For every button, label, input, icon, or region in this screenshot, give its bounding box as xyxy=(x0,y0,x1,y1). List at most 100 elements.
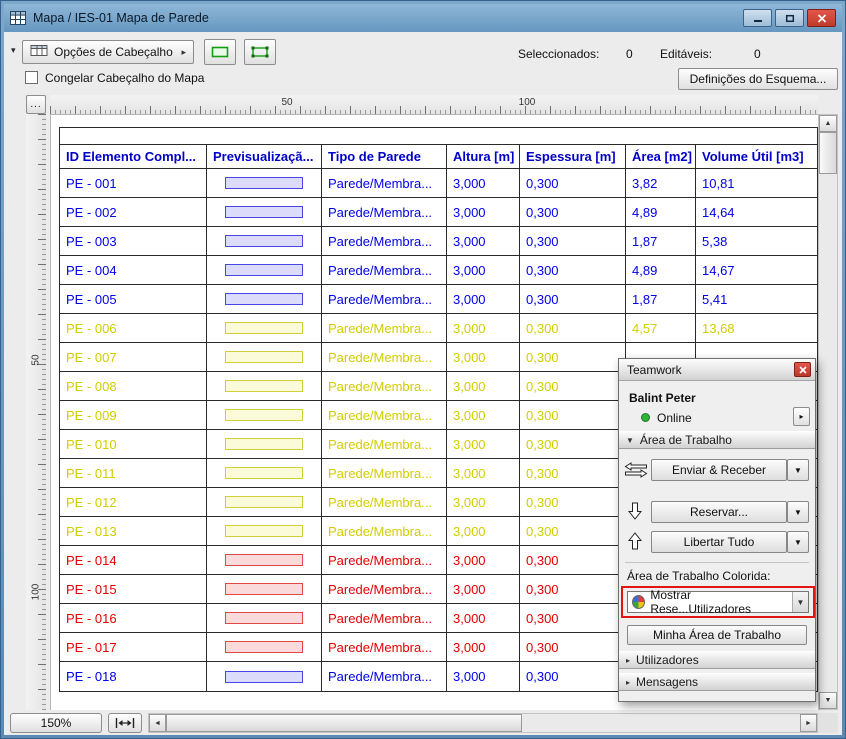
wall-preview-swatch xyxy=(225,351,303,363)
h-ruler-mark-50: 50 xyxy=(281,97,292,108)
cell-element-id: PE - 005 xyxy=(60,285,207,313)
cell-tipo: Parede/Membra... xyxy=(322,227,447,255)
cell-espessura: 0,300 xyxy=(520,372,626,400)
zoom-level-button[interactable]: 150% xyxy=(10,713,102,733)
cell-tipo: Parede/Membra... xyxy=(322,314,447,342)
cell-element-id: PE - 017 xyxy=(60,633,207,661)
release-all-dropdown-button[interactable]: ▼ xyxy=(787,531,809,553)
table-row[interactable]: PE - 006 Parede/Membra... 3,000 0,300 4,… xyxy=(60,314,817,343)
reserve-button[interactable]: Reservar... xyxy=(651,501,787,523)
vertical-scrollbar-thumb[interactable] xyxy=(819,132,837,174)
online-status-label: Online xyxy=(657,411,692,425)
users-section-header[interactable]: ▸ Utilizadores xyxy=(619,651,815,669)
cell-tipo: Parede/Membra... xyxy=(322,517,447,545)
online-status-icon xyxy=(641,413,650,422)
wall-preview-swatch xyxy=(225,525,303,537)
reserve-dropdown-button[interactable]: ▼ xyxy=(787,501,809,523)
table-row[interactable]: PE - 002 Parede/Membra... 3,000 0,300 4,… xyxy=(60,198,817,227)
column-header-espessura[interactable]: Espessura [m] xyxy=(520,145,626,168)
cell-espessura: 0,300 xyxy=(520,430,626,458)
send-receive-button[interactable]: Enviar & Receber xyxy=(651,459,787,481)
send-receive-dropdown-button[interactable]: ▼ xyxy=(787,459,809,481)
header-options-button[interactable]: Opções de Cabeçalho ▸ xyxy=(22,40,194,64)
workspace-section-header[interactable]: ▼ Área de Trabalho xyxy=(619,431,815,449)
cell-element-id: PE - 006 xyxy=(60,314,207,342)
cell-preview xyxy=(207,459,322,487)
minimize-button[interactable] xyxy=(743,9,772,27)
fit-width-button[interactable] xyxy=(108,713,142,733)
uniform-size-button[interactable] xyxy=(204,39,236,65)
vertical-scrollbar[interactable]: ▲ ▼ xyxy=(818,114,838,710)
table-row[interactable]: PE - 005 Parede/Membra... 3,000 0,300 1,… xyxy=(60,285,817,314)
cell-element-id: PE - 009 xyxy=(60,401,207,429)
cell-element-id: PE - 008 xyxy=(60,372,207,400)
cell-preview xyxy=(207,314,322,342)
cell-altura: 3,000 xyxy=(447,488,520,516)
scroll-left-arrow-icon[interactable]: ◄ xyxy=(149,714,166,732)
chevron-right-icon: ▸ xyxy=(626,678,630,687)
freeze-header-label: Congelar Cabeçalho do Mapa xyxy=(45,71,204,85)
cell-altura: 3,000 xyxy=(447,169,520,197)
schedule-window: Mapa / IES-01 Mapa de Parede ▾ Opções de… xyxy=(0,0,846,739)
column-header-area[interactable]: Área [m2] xyxy=(626,145,696,168)
cell-preview xyxy=(207,430,322,458)
scrollbar-corner xyxy=(818,713,838,733)
cell-preview xyxy=(207,546,322,574)
horizontal-scrollbar-thumb[interactable] xyxy=(166,714,522,732)
selection-marquee-button[interactable] xyxy=(244,39,276,65)
colored-workspace-dropdown[interactable]: Mostrar Rese...Utilizadores ▼ xyxy=(627,591,809,613)
table-row[interactable]: PE - 003 Parede/Membra... 3,000 0,300 1,… xyxy=(60,227,817,256)
wall-preview-swatch xyxy=(225,612,303,624)
column-header-volume[interactable]: Volume Útil [m3] xyxy=(696,145,817,168)
cell-preview xyxy=(207,198,322,226)
cell-preview xyxy=(207,604,322,632)
table-row[interactable]: PE - 001 Parede/Membra... 3,000 0,300 3,… xyxy=(60,169,817,198)
column-header-tipo[interactable]: Tipo de Parede xyxy=(322,145,447,168)
cell-area: 4,57 xyxy=(626,314,696,342)
release-all-icon xyxy=(628,532,642,550)
teamwork-user-name: Balint Peter xyxy=(629,391,696,405)
panel-collapse-arrow-icon[interactable]: ▾ xyxy=(11,45,16,56)
teamwork-titlebar[interactable]: Teamwork xyxy=(619,359,815,381)
colored-workspace-label: Área de Trabalho Colorida: xyxy=(627,569,770,583)
scheme-settings-button[interactable]: Definições do Esquema... xyxy=(678,68,838,90)
column-header-preview[interactable]: Previsualizaçã... xyxy=(207,145,322,168)
release-all-button[interactable]: Libertar Tudo xyxy=(651,531,787,553)
horizontal-scrollbar[interactable]: ◄ ► xyxy=(148,713,818,733)
cell-area: 1,87 xyxy=(626,285,696,313)
editable-count: 0 xyxy=(754,47,761,61)
scroll-up-arrow-icon[interactable]: ▲ xyxy=(819,115,837,132)
cell-altura: 3,000 xyxy=(447,401,520,429)
window-titlebar[interactable]: Mapa / IES-01 Mapa de Parede xyxy=(4,4,842,32)
chevron-down-icon[interactable]: ▼ xyxy=(792,592,808,612)
ruler-options-button[interactable]: ... xyxy=(26,95,46,114)
messages-section-header[interactable]: ▸ Mensagens xyxy=(619,673,815,691)
freeze-header-checkbox[interactable] xyxy=(25,71,38,84)
cell-espessura: 0,300 xyxy=(520,169,626,197)
cell-area: 1,87 xyxy=(626,227,696,255)
my-workspace-button[interactable]: Minha Área de Trabalho xyxy=(627,625,807,645)
cell-element-id: PE - 016 xyxy=(60,604,207,632)
column-header-altura[interactable]: Altura [m] xyxy=(447,145,520,168)
column-header-id[interactable]: ID Elemento Compl... xyxy=(60,145,207,168)
teamwork-close-button[interactable] xyxy=(794,362,811,377)
cell-tipo: Parede/Membra... xyxy=(322,285,447,313)
close-button[interactable] xyxy=(807,9,836,27)
table-row[interactable]: PE - 004 Parede/Membra... 3,000 0,300 4,… xyxy=(60,256,817,285)
v-ruler-mark-100: 100 xyxy=(31,584,42,601)
cell-area: 3,82 xyxy=(626,169,696,197)
online-expand-button[interactable]: ▸ xyxy=(793,407,810,426)
scroll-right-arrow-icon[interactable]: ► xyxy=(800,714,817,732)
cell-tipo: Parede/Membra... xyxy=(322,198,447,226)
maximize-button[interactable] xyxy=(775,9,804,27)
cell-tipo: Parede/Membra... xyxy=(322,430,447,458)
cell-volume: 14,67 xyxy=(696,256,817,284)
cell-element-id: PE - 007 xyxy=(60,343,207,371)
wall-preview-swatch xyxy=(225,264,303,276)
header-options-icon xyxy=(30,44,48,60)
cell-preview xyxy=(207,633,322,661)
cell-element-id: PE - 011 xyxy=(60,459,207,487)
scroll-down-arrow-icon[interactable]: ▼ xyxy=(819,692,837,709)
cell-tipo: Parede/Membra... xyxy=(322,575,447,603)
cell-preview xyxy=(207,401,322,429)
